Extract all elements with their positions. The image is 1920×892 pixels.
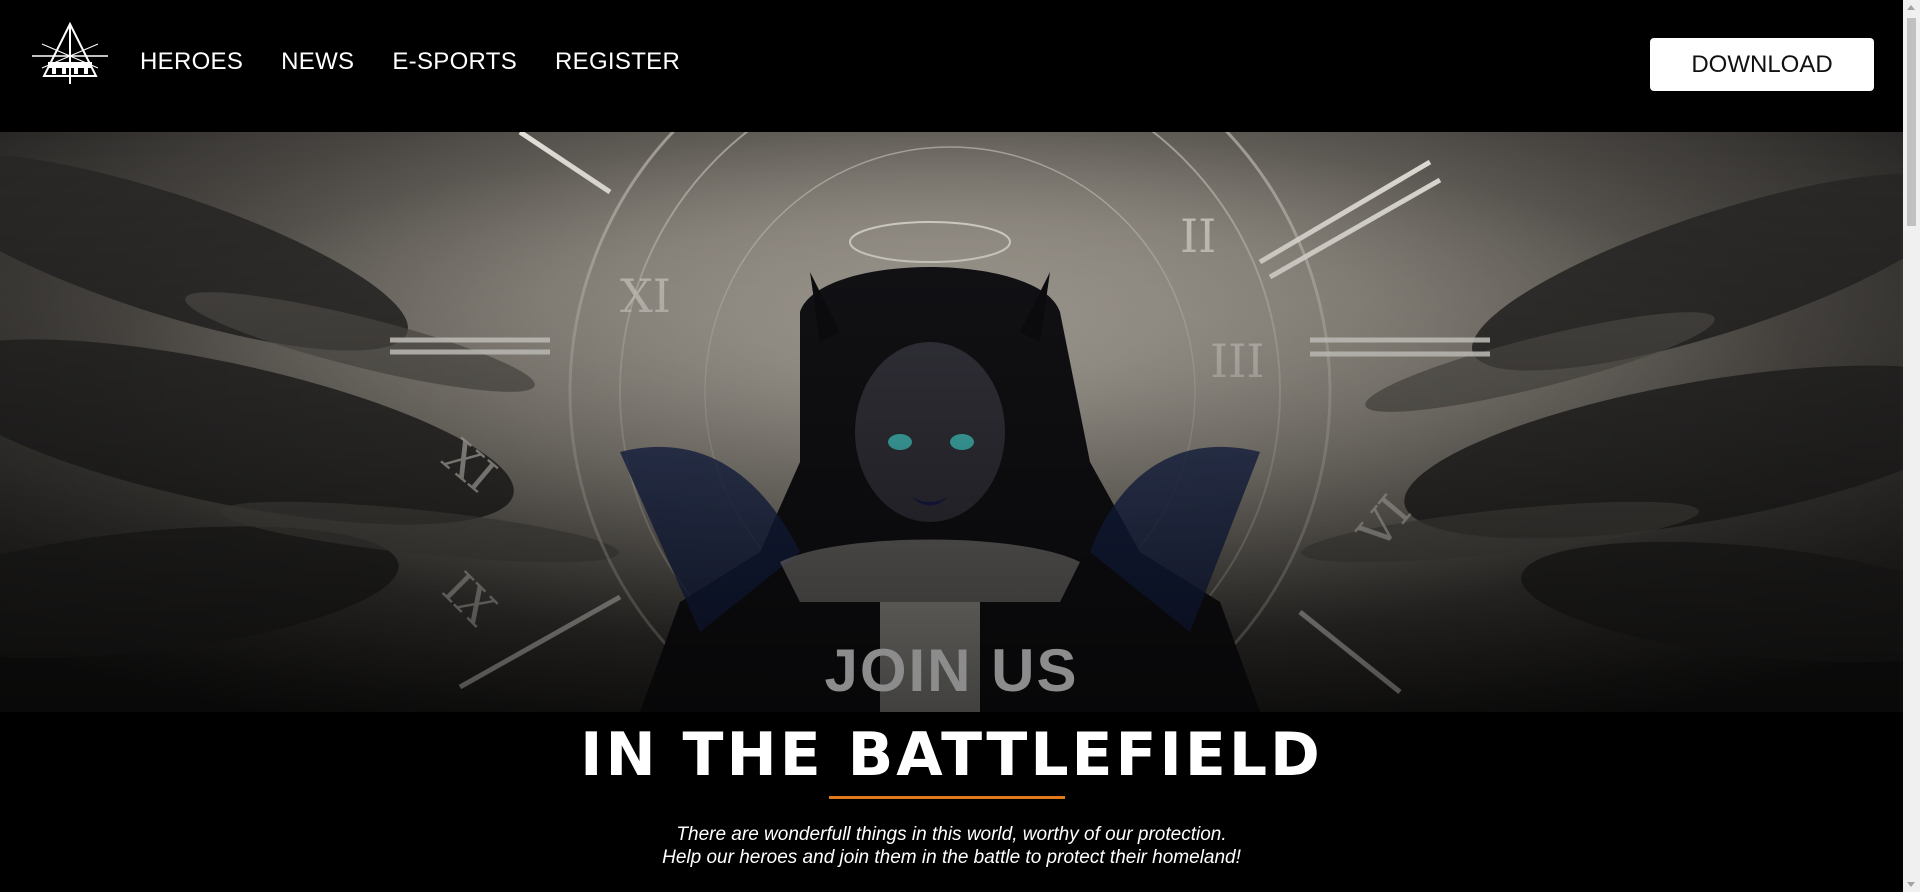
nav-heroes[interactable]: HEROES xyxy=(140,48,243,76)
logo-emblem-icon xyxy=(32,21,108,84)
page: HEROES NEWS E-SPORTS REGISTER DOWNLOAD J… xyxy=(0,0,1903,892)
hero-tagline-line1: There are wonderfull things in this worl… xyxy=(676,824,1227,845)
download-button[interactable]: DOWNLOAD xyxy=(1650,38,1874,91)
scrollbar-thumb[interactable] xyxy=(1907,18,1916,226)
site-header: HEROES NEWS E-SPORTS REGISTER DOWNLOAD xyxy=(0,0,1903,132)
nav-e-sports[interactable]: E-SPORTS xyxy=(392,48,517,76)
hero-banner-image: III II XI XI VI IX xyxy=(0,132,1903,712)
vertical-scrollbar[interactable] xyxy=(1903,0,1920,892)
scroll-down-arrow-icon[interactable] xyxy=(1907,882,1915,887)
nav-news[interactable]: NEWS xyxy=(281,48,354,76)
hero-headline-main: IN THE BATTLEFIELD xyxy=(580,720,1323,790)
nav-register[interactable]: REGISTER xyxy=(555,48,680,76)
headline-underline xyxy=(829,796,1065,799)
noka-logo[interactable] xyxy=(28,20,112,100)
hero-tagline-line2: Help our heroes and join them in the bat… xyxy=(662,847,1241,868)
hero-headline-top: JOIN US xyxy=(824,637,1079,704)
main-nav: HEROES NEWS E-SPORTS REGISTER xyxy=(140,48,680,76)
scroll-up-arrow-icon[interactable] xyxy=(1907,5,1915,10)
